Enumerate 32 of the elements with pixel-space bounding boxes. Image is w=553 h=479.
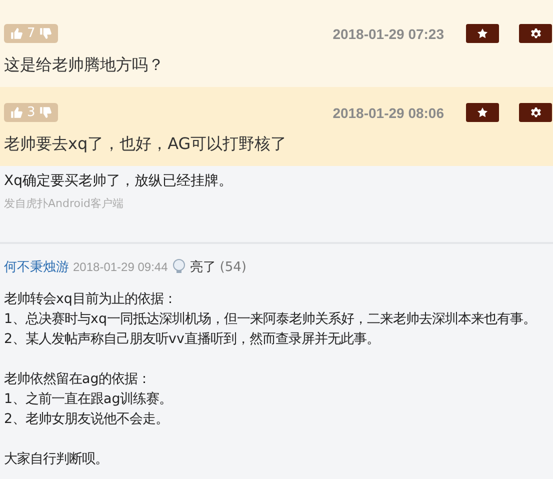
settings-icon xyxy=(530,106,542,118)
reply-line: 大家自行判断呗。 xyxy=(4,450,109,469)
comment-text: 这是给老帅腾地方吗？ xyxy=(4,55,165,75)
star-icon xyxy=(477,28,488,39)
light-label[interactable]: 亮了 xyxy=(190,258,216,276)
settings-button[interactable] xyxy=(519,103,552,122)
reply-time: 2018-01-29 09:44 xyxy=(73,260,168,274)
star-button[interactable] xyxy=(466,24,499,43)
author-link[interactable]: 何不秉烛游 xyxy=(4,258,69,276)
reply-line: 2、老帅女朋友说他不会走。 xyxy=(4,410,170,429)
like-count: 7 xyxy=(27,26,36,41)
like-count: 3 xyxy=(27,105,36,120)
comment-text: 老帅要去xq了，也好，AG可以打野核了 xyxy=(4,134,288,154)
reply-line: 2、某人发帖声称自己朋友听vv直播听到，然而查录屏并无此事。 xyxy=(4,330,380,349)
reply-line: 老帅依然留在ag的依据： xyxy=(4,370,152,389)
light-count: (54) xyxy=(220,260,246,274)
star-button[interactable] xyxy=(466,103,499,122)
settings-icon xyxy=(530,28,542,40)
reply-line: 1、总决赛时与xq一同抵达深圳机场，但一来阿泰老帅关系好，二来老帅去深圳本来也有事。 xyxy=(4,310,537,329)
comment-time: 2018-01-29 08:06 xyxy=(332,104,444,120)
comment-time: 2018-01-29 07:23 xyxy=(332,26,444,42)
star-icon xyxy=(477,107,488,118)
thumbs-up-icon[interactable] xyxy=(10,27,23,40)
thumbs-down-icon[interactable] xyxy=(39,27,52,40)
reply-line: 老帅转会xq目前为止的依据： xyxy=(4,290,178,309)
post-text: Xq确定要买老帅了，放纵已经挂牌。 xyxy=(4,172,234,190)
thumbs-up-icon[interactable] xyxy=(10,106,23,119)
thumbs-down-icon[interactable] xyxy=(39,106,52,119)
settings-button[interactable] xyxy=(519,24,552,43)
reply-line: 1、之前一直在跟ag训练赛。 xyxy=(4,390,174,409)
light-bulb-icon[interactable] xyxy=(172,259,186,275)
post-source: 发自虎扑Android客户端 xyxy=(4,196,125,211)
